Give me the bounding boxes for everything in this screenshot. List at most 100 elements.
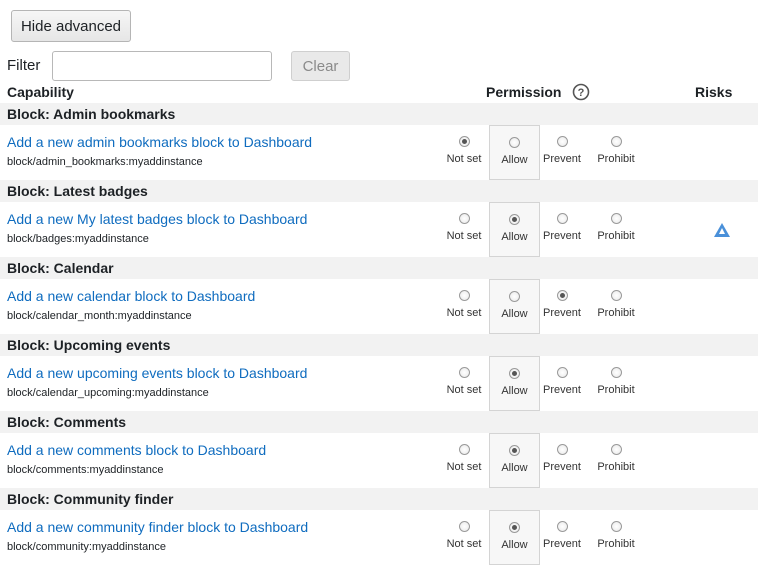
allow-option-cell: Allow: [489, 356, 540, 411]
filter-input[interactable]: [52, 51, 272, 81]
allow-option-cell: Allow: [489, 510, 540, 565]
permission-option-label: Prevent: [543, 461, 581, 473]
radio-prohibit[interactable]: [610, 136, 622, 147]
permission-option-allow[interactable]: Allow: [490, 135, 539, 166]
capability-group: Block: Admin bookmarks Add a new admin bo…: [0, 103, 758, 180]
radio-prohibit[interactable]: [610, 213, 622, 224]
radio-prevent[interactable]: [556, 136, 568, 147]
allow-option-cell: Allow: [489, 279, 540, 334]
permission-option-not-set[interactable]: Not set: [439, 134, 489, 165]
capability-link[interactable]: Add a new community finder block to Dash…: [7, 519, 308, 535]
capability-name: block/community:myaddinstance: [7, 541, 166, 553]
group-header: Block: Comments: [0, 411, 758, 433]
permission-option-label: Prohibit: [597, 153, 635, 165]
capability-link[interactable]: Add a new calendar block to Dashboard: [7, 288, 255, 304]
permission-option-prevent[interactable]: Prevent: [537, 442, 587, 473]
group-header: Block: Upcoming events: [0, 334, 758, 356]
radio-not-set[interactable]: [458, 521, 470, 532]
group-header: Block: Admin bookmarks: [0, 103, 758, 125]
hide-advanced-button[interactable]: Hide advanced: [11, 10, 131, 42]
permission-option-label: Prevent: [543, 384, 581, 396]
permission-option-label: Not set: [446, 384, 482, 396]
radio-prohibit[interactable]: [610, 290, 622, 301]
permission-option-allow[interactable]: Allow: [490, 520, 539, 551]
permission-option-prevent[interactable]: Prevent: [537, 365, 587, 396]
group-title: Block: Community finder: [7, 491, 174, 507]
radio-prevent[interactable]: [556, 521, 568, 532]
permission-option-prohibit[interactable]: Prohibit: [591, 288, 641, 319]
permission-option-allow[interactable]: Allow: [490, 443, 539, 474]
capability-link[interactable]: Add a new admin bookmarks block to Dashb…: [7, 134, 312, 150]
capability-link[interactable]: Add a new upcoming events block to Dashb…: [7, 365, 307, 381]
radio-prevent[interactable]: [556, 290, 568, 301]
allow-option-cell: Allow: [489, 125, 540, 180]
radio-allow[interactable]: [509, 137, 520, 148]
capability-group: Block: Comments Add a new comments block …: [0, 411, 758, 488]
filter-label: Filter: [7, 57, 41, 74]
radio-prohibit[interactable]: [610, 367, 622, 378]
capability-link[interactable]: Add a new My latest badges block to Dash…: [7, 211, 307, 227]
capability-group: Block: Upcoming events Add a new upcoming…: [0, 334, 758, 411]
permission-option-prohibit[interactable]: Prohibit: [591, 211, 641, 242]
risk-warning-icon[interactable]: [713, 222, 731, 238]
capability-name: block/badges:myaddinstance: [7, 233, 149, 245]
permission-option-label: Prohibit: [597, 307, 635, 319]
radio-prevent[interactable]: [556, 444, 568, 455]
permission-option-label: Not set: [446, 461, 482, 473]
radio-prohibit[interactable]: [610, 521, 622, 532]
permission-option-label: Allow: [501, 231, 528, 243]
permission-option-label: Not set: [446, 538, 482, 550]
permission-option-label: Allow: [501, 462, 528, 474]
permission-option-prohibit[interactable]: Prohibit: [591, 134, 641, 165]
permission-option-label: Not set: [446, 230, 482, 242]
group-title: Block: Latest badges: [7, 183, 148, 199]
permission-option-label: Prohibit: [597, 538, 635, 550]
question-circle-icon[interactable]: ?: [572, 83, 590, 101]
permission-option-label: Not set: [446, 307, 482, 319]
radio-prevent[interactable]: [556, 367, 568, 378]
permission-option-prohibit[interactable]: Prohibit: [591, 442, 641, 473]
allow-option-cell: Allow: [489, 433, 540, 488]
capability-group: Block: Community finder Add a new communi…: [0, 488, 758, 565]
column-header-permission: Permission: [486, 84, 562, 100]
permission-option-prohibit[interactable]: Prohibit: [591, 365, 641, 396]
permission-option-not-set[interactable]: Not set: [439, 288, 489, 319]
radio-allow[interactable]: [509, 368, 520, 379]
permission-option-allow[interactable]: Allow: [490, 366, 539, 397]
capability-name: block/calendar_upcoming:myaddinstance: [7, 387, 209, 399]
permission-option-not-set[interactable]: Not set: [439, 211, 489, 242]
permission-option-prevent[interactable]: Prevent: [537, 519, 587, 550]
capability-name: block/calendar_month:myaddinstance: [7, 310, 192, 322]
radio-not-set[interactable]: [458, 136, 470, 147]
column-header-capability: Capability: [7, 84, 74, 100]
permission-option-prevent[interactable]: Prevent: [537, 211, 587, 242]
group-title: Block: Upcoming events: [7, 337, 171, 353]
group-header: Block: Calendar: [0, 257, 758, 279]
radio-prohibit[interactable]: [610, 444, 622, 455]
permission-option-prevent[interactable]: Prevent: [537, 134, 587, 165]
permission-option-prohibit[interactable]: Prohibit: [591, 519, 641, 550]
permission-option-label: Allow: [501, 385, 528, 397]
radio-not-set[interactable]: [458, 444, 470, 455]
radio-not-set[interactable]: [458, 213, 470, 224]
group-header: Block: Community finder: [0, 488, 758, 510]
permission-option-not-set[interactable]: Not set: [439, 365, 489, 396]
permission-option-prevent[interactable]: Prevent: [537, 288, 587, 319]
permission-option-label: Prohibit: [597, 384, 635, 396]
radio-allow[interactable]: [509, 445, 520, 456]
permission-option-not-set[interactable]: Not set: [439, 442, 489, 473]
permission-option-label: Allow: [501, 154, 528, 166]
permission-option-allow[interactable]: Allow: [490, 212, 539, 243]
permission-option-not-set[interactable]: Not set: [439, 519, 489, 550]
radio-allow[interactable]: [509, 291, 520, 302]
group-title: Block: Admin bookmarks: [7, 106, 176, 122]
clear-button[interactable]: Clear: [291, 51, 350, 81]
capability-link[interactable]: Add a new comments block to Dashboard: [7, 442, 266, 458]
radio-allow[interactable]: [509, 522, 520, 533]
radio-allow[interactable]: [509, 214, 520, 225]
radio-not-set[interactable]: [458, 290, 470, 301]
permission-option-label: Prevent: [543, 307, 581, 319]
permission-option-allow[interactable]: Allow: [490, 289, 539, 320]
radio-not-set[interactable]: [458, 367, 470, 378]
radio-prevent[interactable]: [556, 213, 568, 224]
